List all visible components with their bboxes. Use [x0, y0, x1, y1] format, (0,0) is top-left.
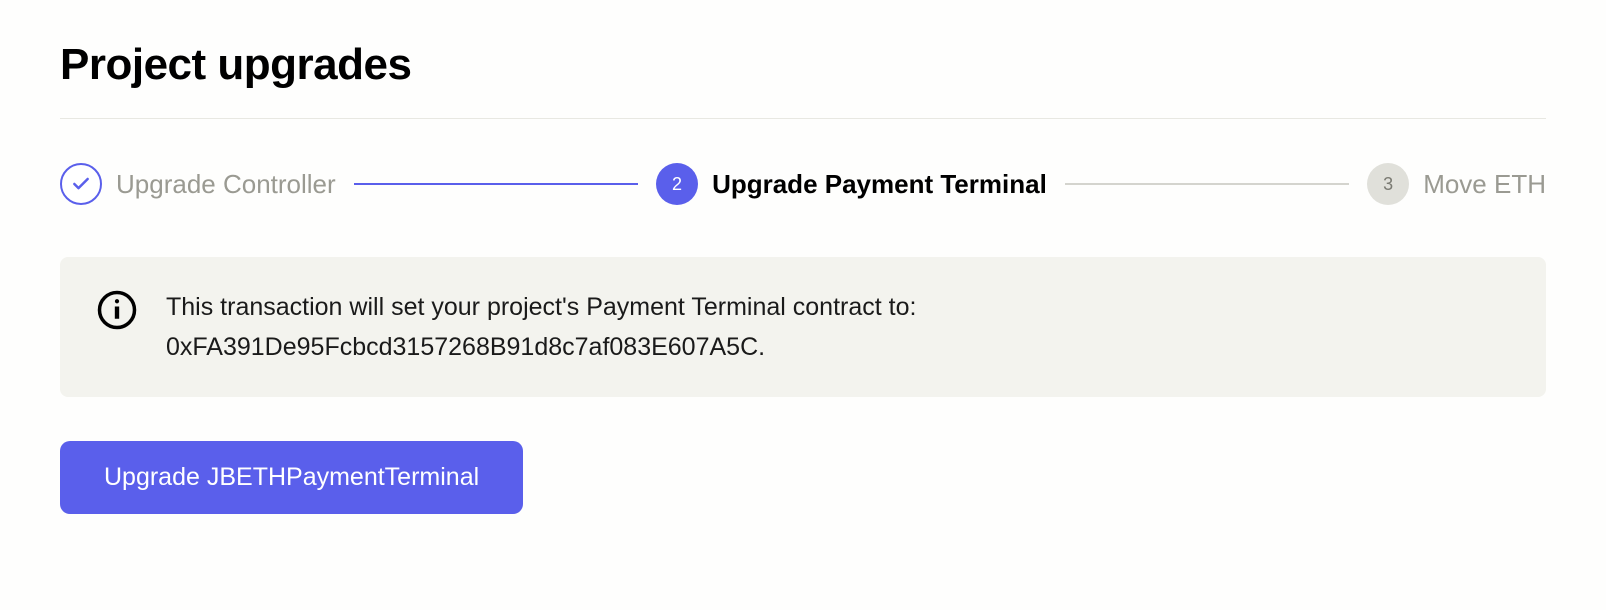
stepper: Upgrade Controller 2 Upgrade Payment Ter… [60, 163, 1546, 205]
info-icon [96, 289, 138, 331]
info-contract-address: 0xFA391De95Fcbcd3157268B91d8c7af083E607A… [166, 333, 765, 361]
step-circle-active: 2 [656, 163, 698, 205]
step-label: Move ETH [1423, 169, 1546, 200]
info-box: This transaction will set your project's… [60, 257, 1546, 397]
step-label: Upgrade Controller [116, 169, 336, 200]
check-icon [71, 174, 91, 194]
divider [60, 118, 1546, 119]
step-connector [1065, 183, 1349, 185]
upgrade-button[interactable]: Upgrade JBETHPaymentTerminal [60, 441, 523, 514]
step-upgrade-payment-terminal[interactable]: 2 Upgrade Payment Terminal [656, 163, 1047, 205]
info-text: This transaction will set your project's… [166, 287, 916, 367]
step-circle-completed [60, 163, 102, 205]
step-connector [354, 183, 638, 185]
page-title: Project upgrades [60, 40, 1546, 90]
step-label: Upgrade Payment Terminal [712, 169, 1047, 200]
step-upgrade-controller[interactable]: Upgrade Controller [60, 163, 336, 205]
step-circle-pending: 3 [1367, 163, 1409, 205]
step-move-eth[interactable]: 3 Move ETH [1367, 163, 1546, 205]
info-line1: This transaction will set your project's… [166, 293, 916, 321]
